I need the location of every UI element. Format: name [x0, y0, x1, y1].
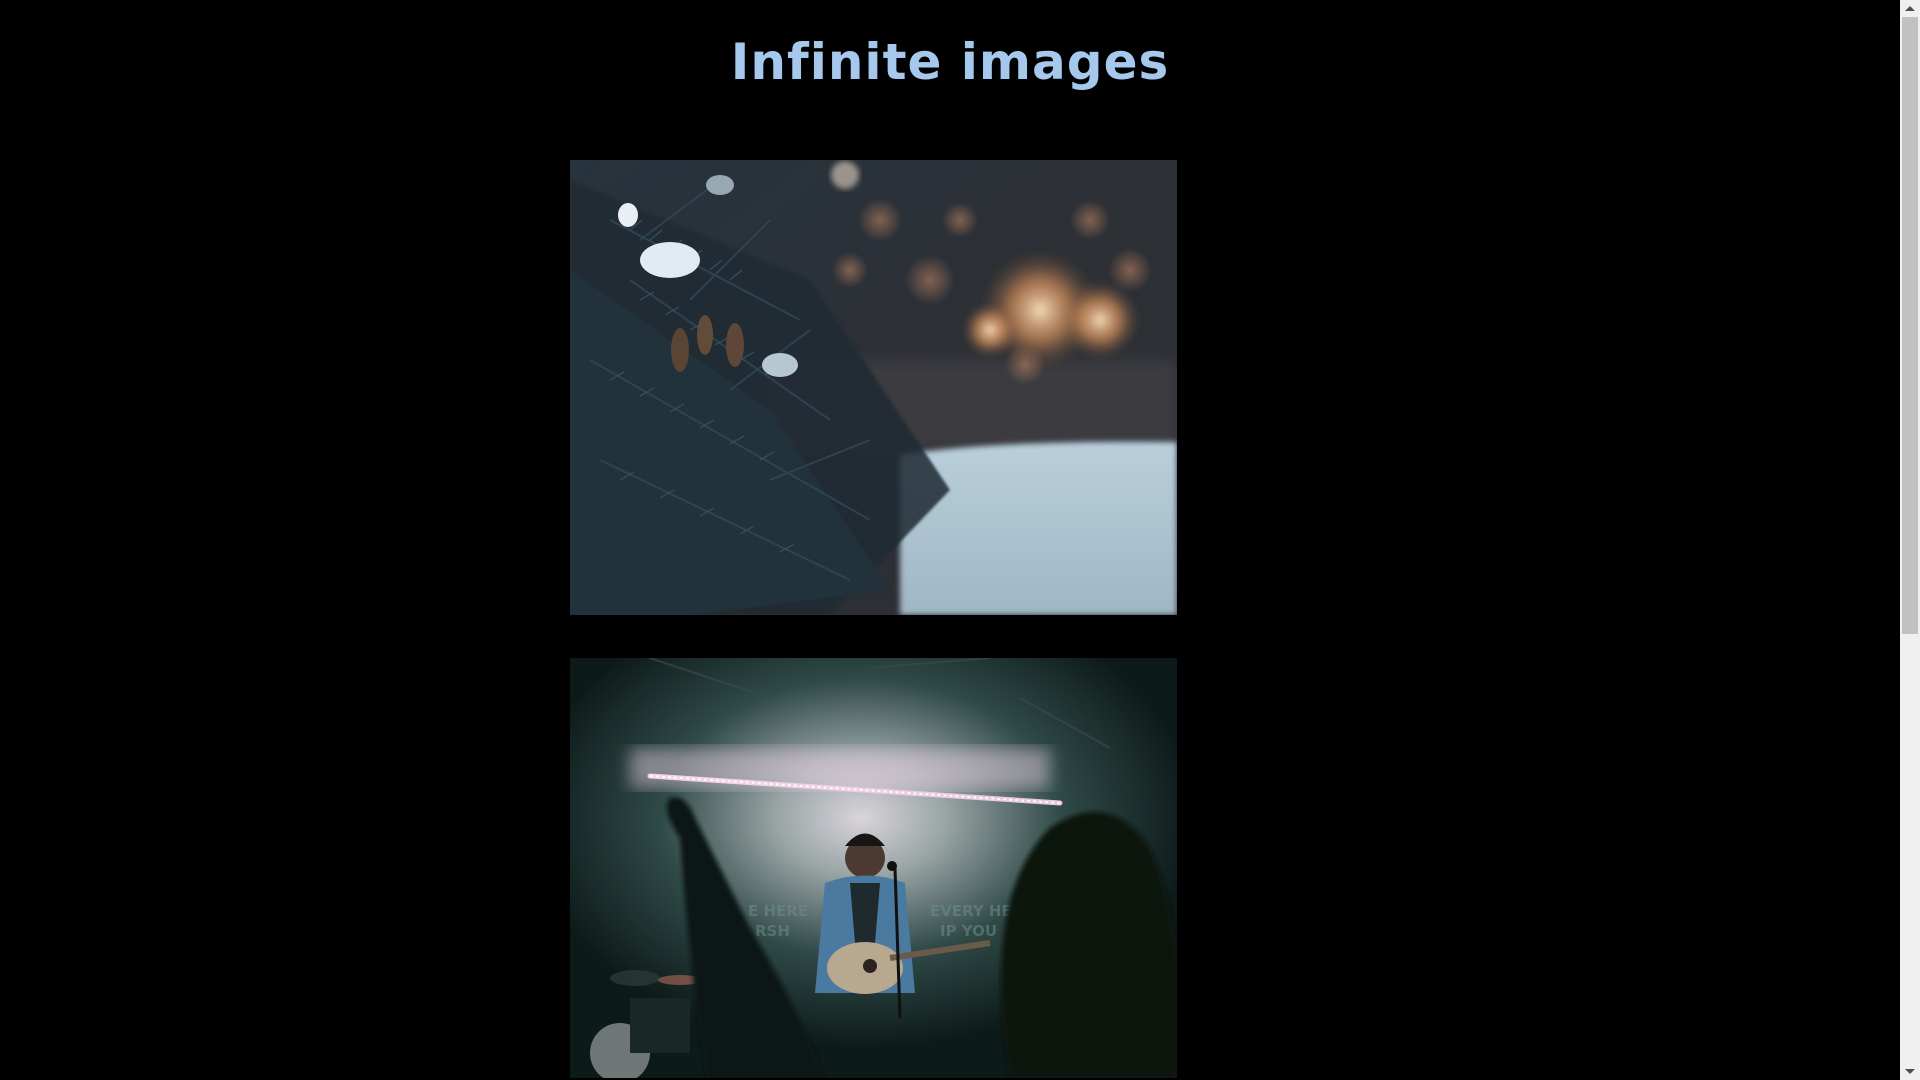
concert-photo-icon: YO E HERE EVERY HE RSH IP YOU: [570, 658, 1177, 1078]
svg-text:E HERE: E HERE: [748, 902, 808, 920]
vertical-scrollbar[interactable]: [1900, 0, 1920, 1080]
gallery-image-winter-pine: [570, 160, 1177, 615]
gallery-image-concert: YO E HERE EVERY HE RSH IP YOU: [570, 658, 1177, 1078]
scroll-down-arrow-icon[interactable]: [1900, 1063, 1920, 1080]
svg-text:EVERY HE: EVERY HE: [930, 902, 1012, 920]
page: Infinite images E HERE EVERY HE RSH IP Y…: [0, 0, 1900, 1080]
page-title: Infinite images: [730, 33, 1170, 91]
scrollbar-thumb[interactable]: [1902, 17, 1918, 634]
svg-text:IP YOU: IP YOU: [940, 922, 997, 940]
image-gallery[interactable]: YO E HERE EVERY HE RSH IP YOU: [570, 160, 1177, 1078]
scroll-up-arrow-icon[interactable]: [1900, 0, 1920, 17]
winter-pine-photo-icon: [570, 160, 1177, 615]
svg-text:RSH: RSH: [755, 922, 790, 940]
